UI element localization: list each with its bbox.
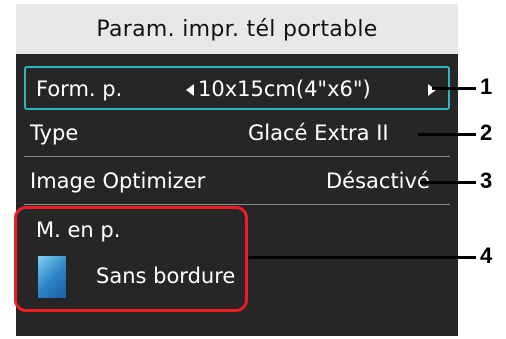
callout-line-3 (420, 181, 476, 184)
row-divider (24, 204, 450, 205)
callout-line-4 (248, 256, 476, 259)
image-optimizer-value: Désactivé (326, 169, 430, 193)
media-type-label: Type (30, 121, 79, 145)
arrow-right-icon[interactable] (428, 84, 436, 96)
setting-paper-size[interactable]: Form. p. 10x15cm(4"x6") (24, 66, 450, 110)
callout-number-2: 2 (480, 120, 493, 145)
media-type-value: Glacé Extra II (248, 121, 389, 145)
setting-media-type[interactable]: Type Glacé Extra II (16, 112, 458, 156)
layout-highlight-outline (14, 206, 248, 312)
image-optimizer-label: Image Optimizer (30, 169, 206, 193)
callout-number-1: 1 (480, 74, 493, 99)
screen-title: Param. impr. tél portable (96, 16, 378, 42)
callout-number-4: 4 (480, 243, 493, 268)
title-bar: Param. impr. tél portable (16, 4, 458, 54)
arrow-left-icon[interactable] (186, 84, 194, 96)
callout-number-3: 3 (480, 168, 493, 193)
row-divider (24, 156, 450, 157)
callout-line-2 (418, 133, 476, 136)
paper-size-value: 10x15cm(4"x6") (198, 77, 371, 101)
paper-size-label: Form. p. (36, 77, 123, 101)
setting-image-optimizer[interactable]: Image Optimizer Désactivé (16, 160, 458, 204)
callout-line-1 (432, 87, 476, 90)
